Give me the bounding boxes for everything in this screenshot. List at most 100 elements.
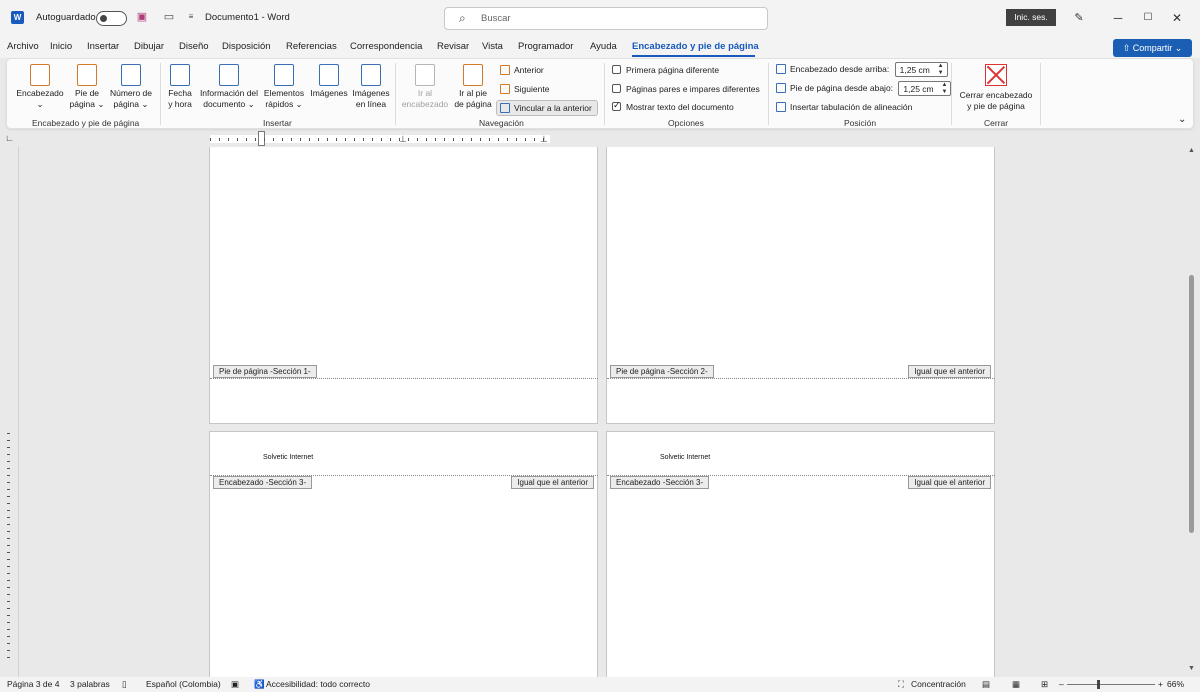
header-position-icon xyxy=(776,63,786,74)
accessibility-icon[interactable]: ♿ xyxy=(254,679,265,690)
footer-icon xyxy=(77,64,97,86)
same-as-previous-tag: Igual que el anterior xyxy=(908,476,991,489)
proofing-icon[interactable]: ▯ xyxy=(122,679,127,690)
minimize-button[interactable]: ─ xyxy=(1108,9,1128,27)
page-number-label-1: Número de xyxy=(109,88,153,98)
zoom-out-icon[interactable]: – xyxy=(1059,679,1064,689)
word-count[interactable]: 3 palabras xyxy=(70,679,110,689)
read-mode-icon[interactable]: ▤ xyxy=(982,679,990,690)
quickparts-button[interactable]: Elementos rápidos ⌄ xyxy=(261,64,307,110)
customize-toolbar-icon[interactable]: ≡ xyxy=(184,10,198,24)
sign-in-button[interactable]: Inic. ses. xyxy=(1006,9,1056,26)
page-section-1[interactable]: Pie de página -Sección 1- xyxy=(209,147,598,424)
autosave-toggle[interactable] xyxy=(96,11,127,26)
group-label-posicion: Posición xyxy=(844,118,877,128)
page-number-label-2: página ⌄ xyxy=(113,99,149,109)
images-button[interactable]: Imágenes xyxy=(307,64,351,99)
zoom-slider-thumb[interactable] xyxy=(1097,680,1100,689)
online-images-button[interactable]: Imágenes en línea xyxy=(349,64,393,110)
header-top-row: Encabezado desde arriba: 1,25 cm ▲ ▼ xyxy=(776,62,948,77)
footer-position-icon xyxy=(776,82,786,93)
language[interactable]: Español (Colombia) xyxy=(146,679,221,689)
header-text[interactable]: Solvetic Internet xyxy=(263,454,313,461)
previous-button[interactable]: Anterior xyxy=(500,65,544,75)
footer-button[interactable]: Pie de página ⌄ xyxy=(65,64,109,110)
quickparts-label-1: Elementos xyxy=(263,88,305,98)
tab-archivo[interactable]: Archivo xyxy=(7,41,39,52)
page-section-3-a[interactable]: Solvetic Internet Encabezado -Sección 3-… xyxy=(209,431,598,681)
web-layout-icon[interactable]: ⊞ xyxy=(1041,679,1048,690)
datetime-button[interactable]: Fecha y hora xyxy=(163,64,197,110)
docinfo-label-1: Información del xyxy=(199,88,259,98)
footer-bottom-spinner[interactable]: 1,25 cm ▲ ▼ xyxy=(898,81,952,96)
tab-vista[interactable]: Vista xyxy=(482,41,503,52)
spinner-arrows-icon[interactable]: ▲ ▼ xyxy=(938,63,944,77)
show-text-checkbox[interactable]: Mostrar texto del documento xyxy=(612,100,734,112)
link-icon xyxy=(500,103,510,113)
zoom-in-icon[interactable]: + xyxy=(1158,679,1163,689)
footer-button-label-2: página ⌄ xyxy=(69,99,105,109)
scroll-down-arrow-icon[interactable]: ▼ xyxy=(1188,665,1195,672)
save-icon[interactable]: ▣ xyxy=(135,10,149,24)
link-previous-button[interactable]: Vincular a la anterior xyxy=(496,100,598,116)
page-section-3-b[interactable]: Solvetic Internet Encabezado -Sección 3-… xyxy=(606,431,995,681)
page-section-2[interactable]: Pie de página -Sección 2- Igual que el a… xyxy=(606,147,995,424)
search-box[interactable]: ⌕ Buscar xyxy=(444,7,768,30)
print-layout-icon[interactable]: ▦ xyxy=(1012,679,1020,690)
tab-revisar[interactable]: Revisar xyxy=(437,41,469,52)
tab-selector-icon[interactable]: ∟ xyxy=(5,133,14,143)
scrollbar-thumb[interactable] xyxy=(1189,275,1194,533)
tab-header-footer[interactable]: Encabezado y pie de página xyxy=(632,41,759,52)
accessibility-status[interactable]: Accesibilidad: todo correcto xyxy=(266,679,370,689)
footer-section-tag: Pie de página -Sección 2- xyxy=(610,365,714,378)
header-top-spinner[interactable]: 1,25 cm ▲ ▼ xyxy=(894,62,948,77)
tab-disposicion[interactable]: Disposición xyxy=(222,41,271,52)
focus-icon[interactable]: ⛶ xyxy=(898,679,904,690)
text-predictions-icon[interactable]: ▣ xyxy=(231,679,239,690)
same-as-previous-tag: Igual que el anterior xyxy=(908,365,991,378)
page-count[interactable]: Página 3 de 4 xyxy=(7,679,59,689)
ribbon-collapse-chevron-icon[interactable]: ⌄ xyxy=(1178,114,1186,125)
docinfo-button[interactable]: Información del documento ⌄ xyxy=(197,64,261,110)
close-window-button[interactable]: ✕ xyxy=(1167,9,1187,27)
goto-header-button[interactable]: Ir al encabezado xyxy=(401,64,449,110)
next-button[interactable]: Siguiente xyxy=(500,84,549,94)
group-separator xyxy=(951,63,952,125)
tab-programador[interactable]: Programador xyxy=(518,41,573,52)
pen-icon[interactable]: ✎ xyxy=(1069,9,1089,27)
header-button[interactable]: Encabezado ⌄ xyxy=(11,64,69,110)
tab-inicio[interactable]: Inicio xyxy=(50,41,72,52)
goto-footer-button[interactable]: Ir al pie de página xyxy=(451,64,495,110)
zoom-slider[interactable] xyxy=(1067,684,1155,685)
header-top-label: Encabezado desde arriba: xyxy=(790,63,890,74)
vertical-scrollbar[interactable]: ▲ ▼ xyxy=(1186,147,1198,677)
tab-diseno[interactable]: Diseño xyxy=(179,41,209,52)
page-number-button[interactable]: Número de página ⌄ xyxy=(105,64,157,110)
tab-dibujar[interactable]: Dibujar xyxy=(134,41,164,52)
tab-referencias[interactable]: Referencias xyxy=(286,41,337,52)
footer-boundary-line xyxy=(607,378,995,379)
vertical-ruler[interactable] xyxy=(6,433,12,663)
close-header-footer-button[interactable]: Cerrar encabezado y pie de página xyxy=(955,64,1037,112)
focus-mode[interactable]: Concentración xyxy=(911,679,966,689)
scroll-up-arrow-icon[interactable]: ▲ xyxy=(1188,147,1195,154)
goto-header-label-2: encabezado xyxy=(401,99,449,109)
right-tab-stop-icon[interactable]: ⊥ xyxy=(540,134,548,145)
header-icon xyxy=(30,64,50,86)
share-button[interactable]: ⇧ Compartir ⌄ xyxy=(1113,39,1192,57)
zoom-level[interactable]: 66% xyxy=(1167,679,1184,689)
different-first-page-checkbox[interactable]: Primera página diferente xyxy=(612,65,719,75)
header-text[interactable]: Solvetic Internet xyxy=(660,454,710,461)
tab-ayuda[interactable]: Ayuda xyxy=(590,41,617,52)
odd-even-checkbox[interactable]: Páginas pares e impares diferentes xyxy=(612,84,760,94)
goto-header-icon xyxy=(415,64,435,86)
maximize-button[interactable]: ☐ xyxy=(1138,9,1158,27)
center-tab-stop-icon[interactable]: ⊥ xyxy=(399,134,407,145)
tab-correspondencia[interactable]: Correspondencia xyxy=(350,41,422,52)
horizontal-ruler[interactable]: ∟ ⊥ ⊥ xyxy=(0,131,1200,147)
monitor-icon[interactable]: ▭ xyxy=(162,10,176,24)
insert-align-tab-button[interactable]: Insertar tabulación de alineación xyxy=(776,102,912,112)
tab-insertar[interactable]: Insertar xyxy=(87,41,119,52)
online-image-icon xyxy=(361,64,381,86)
spinner-arrows-icon[interactable]: ▲ ▼ xyxy=(941,82,947,96)
